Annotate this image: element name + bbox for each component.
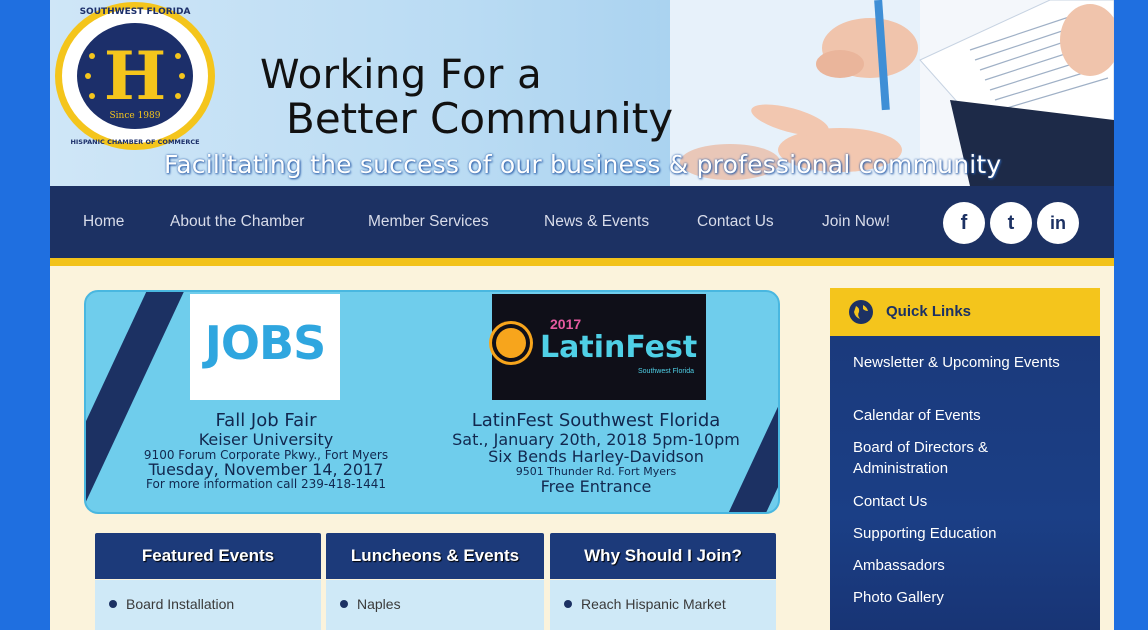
event1-venue: Keiser University <box>198 430 334 449</box>
luncheons-events-heading: Luncheons & Events <box>326 533 544 579</box>
facebook-icon[interactable]: f <box>943 202 985 244</box>
jobs-image[interactable]: JOBS <box>190 294 340 400</box>
twitter-icon[interactable]: t <box>990 202 1032 244</box>
featured-events-item[interactable]: Board Installation <box>109 596 234 612</box>
tagline-line2: Better Community <box>286 94 674 143</box>
featured-events-list: Board Installation <box>95 580 321 630</box>
page: SOUTHWEST FLORIDA H Since 1989 HISPANIC … <box>50 0 1114 630</box>
linkedin-icon[interactable]: in <box>1037 202 1079 244</box>
event1-info: For more information call 239-418-1441 <box>146 477 386 491</box>
latinfest-image[interactable]: 2017 LatinFest Southwest Florida <box>492 294 706 400</box>
event2-date: Sat., January 20th, 2018 5pm-10pm <box>452 430 740 449</box>
events-banner[interactable]: JOBS 2017 LatinFest Southwest Florida Fa… <box>84 290 780 514</box>
why-join-list: Reach Hispanic Market <box>550 580 776 630</box>
sun-icon <box>496 328 526 358</box>
svg-text:SOUTHWEST FLORIDA: SOUTHWEST FLORIDA <box>80 7 191 17</box>
nav-home[interactable]: Home <box>83 213 124 231</box>
chamber-logo: SOUTHWEST FLORIDA H Since 1989 HISPANIC … <box>55 2 215 150</box>
tagline-line1: Working For a <box>260 52 543 98</box>
why-join-heading: Why Should I Join? <box>550 533 776 579</box>
quick-links-title: Quick Links <box>886 303 972 320</box>
ql-photo-gallery[interactable]: Photo Gallery <box>853 587 1083 608</box>
ql-board[interactable]: Board of Directors & Administration <box>853 437 1083 479</box>
nav-news-events[interactable]: News & Events <box>544 213 649 231</box>
event1-date: Tuesday, November 14, 2017 <box>148 460 384 479</box>
svg-text:H: H <box>104 37 166 115</box>
luncheons-events-list: Naples <box>326 580 544 630</box>
nav-about-the-chamber[interactable]: About the Chamber <box>170 213 304 231</box>
nav-join-now[interactable]: Join Now! <box>822 213 890 231</box>
quick-links-header: Quick Links <box>830 288 1100 336</box>
site-header: SOUTHWEST FLORIDA H Since 1989 HISPANIC … <box>50 0 1114 186</box>
ql-contact[interactable]: Contact Us <box>853 491 1083 512</box>
event2-title: LatinFest Southwest Florida <box>471 410 721 431</box>
luncheons-events-item[interactable]: Naples <box>340 596 401 612</box>
subtagline: Facilitating the success of our business… <box>164 150 1002 179</box>
svg-text:Since 1989: Since 1989 <box>110 111 161 121</box>
event2-address: 9501 Thunder Rd. Fort Myers <box>515 465 677 478</box>
ql-ambassadors[interactable]: Ambassadors <box>853 555 1083 576</box>
event2-price: Free Entrance <box>540 477 652 496</box>
event2-venue: Six Bends Harley-Davidson <box>488 447 704 466</box>
quick-links-list: Newsletter & Upcoming Events Calendar of… <box>830 336 1100 630</box>
ql-calendar[interactable]: Calendar of Events <box>853 405 1083 426</box>
event1-title: Fall Job Fair <box>215 410 317 431</box>
main-nav: Home About the Chamber Member Services N… <box>50 186 1114 266</box>
ql-education[interactable]: Supporting Education <box>853 523 1083 544</box>
latinfest-sub: Southwest Florida <box>638 368 695 375</box>
featured-events-heading: Featured Events <box>95 533 321 579</box>
why-join-item[interactable]: Reach Hispanic Market <box>564 596 726 612</box>
globe-icon <box>849 300 873 324</box>
nav-contact-us[interactable]: Contact Us <box>697 213 774 231</box>
jobs-image-text: JOBS <box>204 316 326 370</box>
latinfest-title: LatinFest <box>540 330 698 365</box>
ql-newsletter[interactable]: Newsletter & Upcoming Events <box>853 352 1083 373</box>
svg-text:HISPANIC CHAMBER OF COMMERCE: HISPANIC CHAMBER OF COMMERCE <box>70 138 199 146</box>
nav-member-services[interactable]: Member Services <box>368 213 489 231</box>
